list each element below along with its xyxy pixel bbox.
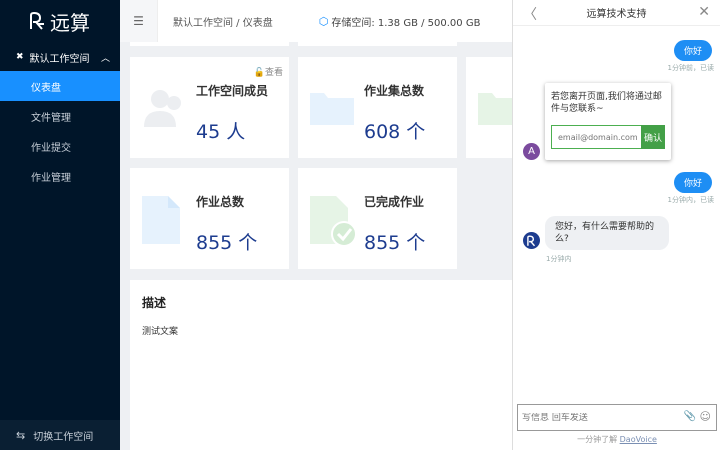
description-heading: 描述 [142, 296, 167, 310]
sidebar-item-label: 文件管理 [31, 112, 71, 124]
folder-icon [310, 93, 354, 125]
folder-check-icon [478, 93, 512, 125]
users-icon [144, 90, 181, 127]
agent-avatar [523, 232, 540, 249]
view-link[interactable]: 🔓查看 [254, 65, 283, 78]
agent-message: 您好，有什么需要帮助的么? [545, 216, 669, 250]
lock-icon: 🔓 [253, 68, 265, 78]
partial-card [466, 57, 512, 158]
sidebar-item-label: 作业管理 [31, 172, 71, 184]
user-message: 你好 [673, 40, 712, 61]
workspace-menu-label: 默认工作空间 [29, 53, 90, 65]
sidebar-item-dashboard[interactable]: 仪表盘 [0, 71, 120, 101]
card-title: 作业总数 [196, 195, 245, 209]
chat-title: 远算技术支持 [586, 9, 647, 20]
daovoice-link[interactable]: DaoVoice [620, 435, 657, 444]
attachment-icon[interactable]: 📎 [684, 411, 696, 422]
card-title: 已完成作业 [364, 195, 425, 209]
email-form-card: 若您离开页面,我们将通过邮件与您联系~ 确认 [545, 83, 671, 160]
description-card: 描述 测试文案 [130, 280, 512, 450]
logo-icon [527, 234, 536, 246]
card-value: 855 个 [364, 232, 426, 254]
powered-by: 一分钟了解 DaoVoice [577, 435, 657, 444]
email-field[interactable] [551, 125, 641, 149]
chat-input-box: 📎 ☺ [517, 404, 717, 431]
card-title: 作业集总数 [364, 84, 425, 98]
cube-icon: ⬡ [318, 14, 329, 28]
sidebar-item-job-management[interactable]: 作业管理 [0, 161, 120, 191]
storage-info: ⬡ 存储空间: 1.38 GB / 500.00 GB [319, 14, 481, 29]
sidebar-item-submit-job[interactable]: 作业提交 [0, 131, 120, 161]
sidebar: 远算 ✖ 默认工作空间 ︿ 仪表盘 文件管理 作业提交 作业管理 ⇆ 切换工作空… [0, 0, 120, 450]
user-message: 你好 [673, 172, 712, 193]
app-logo[interactable]: 远算 [0, 0, 120, 42]
description-text: 测试文案 [142, 327, 179, 337]
card-value: 45 人 [196, 121, 246, 143]
file-icon [142, 196, 180, 244]
card-value: 608 个 [364, 121, 426, 143]
message-meta: 1分钟前，已读 [667, 64, 714, 72]
jobsets-card[interactable]: 作业集总数 608 个 [298, 57, 457, 158]
header: ☰ 默认工作空间 / 仪表盘 ⬡ 存储空间: 1.38 GB / 500.00 … [120, 0, 512, 42]
chevron-up-icon: ︿ [100, 53, 110, 64]
emoji-icon[interactable]: ☺ [700, 410, 711, 423]
back-icon[interactable]: 〈 [523, 4, 537, 24]
logo-text: 远算 [50, 10, 90, 35]
email-prompt: 若您离开页面,我们将通过邮件与您联系~ [551, 92, 662, 114]
close-icon[interactable]: ✕ [698, 4, 710, 20]
card-strip [130, 42, 289, 46]
switch-workspace-label: 切换工作空间 [33, 431, 94, 443]
message-meta: 1分钟内 [546, 255, 572, 263]
sidebar-item-label: 作业提交 [31, 142, 71, 154]
switch-workspace-button[interactable]: ⇆ 切换工作空间 [0, 420, 120, 450]
card-strip [298, 42, 457, 46]
confirm-email-button[interactable]: 确认 [641, 125, 665, 149]
chat-message-input[interactable] [522, 412, 672, 423]
sidebar-item-label: 仪表盘 [31, 82, 61, 94]
breadcrumb: 默认工作空间 / 仪表盘 [173, 17, 273, 29]
switch-icon: ⇆ [16, 428, 26, 442]
grid-icon: ✖ [16, 52, 24, 62]
card-value: 855 个 [196, 232, 258, 254]
dashboard-main: 🔓查看 工作空间成员 45 人 作业集总数 608 个 作业总数 855 个 已… [120, 42, 512, 450]
support-chat-panel: 〈 远算技术支持 ✕ 你好 1分钟前，已读 若您离开页面,我们将通过邮件与您联系… [512, 0, 720, 450]
chat-header: 〈 远算技术支持 ✕ [513, 0, 720, 26]
logo-icon [30, 11, 44, 30]
jobs-card[interactable]: 作业总数 855 个 [130, 168, 289, 269]
completed-jobs-card[interactable]: 已完成作业 855 个 [298, 168, 457, 269]
card-title: 工作空间成员 [196, 84, 269, 98]
sidebar-item-files[interactable]: 文件管理 [0, 101, 120, 131]
workspace-menu[interactable]: ✖ 默认工作空间 ︿ [0, 43, 120, 71]
storage-text: 存储空间: 1.38 GB / 500.00 GB [331, 17, 481, 29]
avatar: A [523, 143, 540, 160]
collapse-menu-icon[interactable]: ☰ [120, 0, 158, 42]
file-check-icon [310, 196, 357, 247]
members-card[interactable]: 🔓查看 工作空间成员 45 人 [130, 57, 289, 158]
message-meta: 1分钟内，已读 [667, 196, 714, 204]
